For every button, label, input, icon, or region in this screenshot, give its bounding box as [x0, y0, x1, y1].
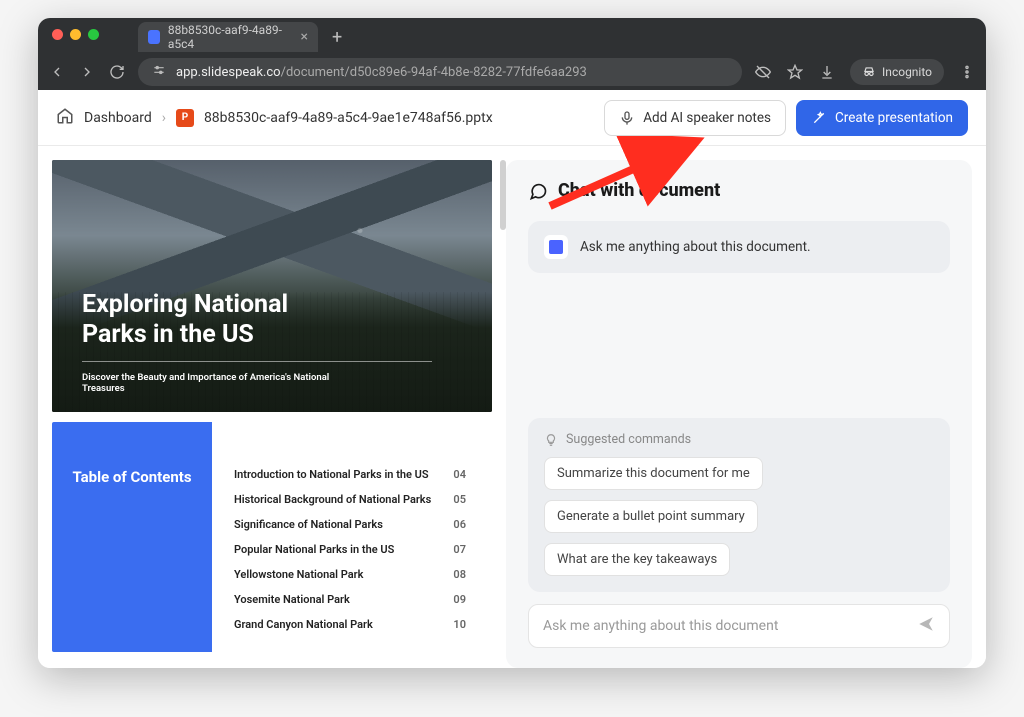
app-header: Dashboard › P 88b8530c-aaf9-4a89-a5c4-9a… — [38, 90, 986, 146]
toc-row: Yosemite National Park09 — [234, 587, 466, 612]
download-icon[interactable] — [818, 63, 836, 81]
suggested-heading-text: Suggested commands — [566, 432, 691, 447]
assistant-avatar — [544, 235, 568, 259]
mic-icon — [619, 110, 635, 126]
window-controls — [52, 29, 99, 40]
slides-panel[interactable]: Exploring National Parks in the US Disco… — [52, 160, 492, 668]
toc-row: Historical Background of National Parks0… — [234, 487, 466, 512]
forward-button[interactable] — [78, 63, 96, 81]
suggested-commands: Suggested commands Summarize this docume… — [528, 418, 950, 592]
create-presentation-label: Create presentation — [835, 110, 953, 126]
toc-heading: Table of Contents — [72, 468, 191, 486]
chat-heading-text: Chat with document — [558, 180, 720, 201]
browser-toolbar: app.slidespeak.co/document/d50c89e6-94af… — [38, 54, 986, 90]
eye-off-icon[interactable] — [754, 63, 772, 81]
back-button[interactable] — [48, 63, 66, 81]
toc-row: Grand Canyon National Park10 — [234, 612, 466, 637]
magic-icon — [811, 110, 827, 126]
breadcrumb-chevron-icon: › — [162, 110, 166, 126]
chat-icon — [528, 181, 548, 201]
suggested-heading: Suggested commands — [544, 432, 934, 447]
window-close-button[interactable] — [52, 29, 63, 40]
scrollbar-thumb[interactable] — [500, 160, 506, 230]
incognito-chip[interactable]: Incognito — [850, 59, 944, 85]
chat-panel: Chat with document Ask me anything about… — [506, 160, 972, 668]
send-icon[interactable] — [917, 615, 935, 637]
toc-row: Yellowstone National Park08 — [234, 562, 466, 587]
home-icon[interactable] — [56, 107, 74, 129]
powerpoint-icon: P — [176, 109, 194, 127]
incognito-label: Incognito — [882, 65, 932, 79]
new-tab-button[interactable]: + — [326, 27, 348, 48]
toc-list: Introduction to National Parks in the US… — [212, 422, 492, 652]
create-presentation-button[interactable]: Create presentation — [796, 100, 968, 136]
file-name: 88b8530c-aaf9-4a89-a5c4-9ae1e748af56.ppt… — [204, 110, 493, 126]
tab-favicon — [148, 30, 160, 44]
browser-chrome: 88b8530c-aaf9-4a89-a5c4 × + app.slidespe… — [38, 18, 986, 90]
chat-input[interactable]: Ask me anything about this document — [528, 604, 950, 648]
suggestion-chip[interactable]: Generate a bullet point summary — [544, 500, 758, 533]
chat-input-placeholder: Ask me anything about this document — [543, 618, 907, 634]
app-page: Dashboard › P 88b8530c-aaf9-4a89-a5c4-9a… — [38, 90, 986, 668]
add-speaker-notes-button[interactable]: Add AI speaker notes — [604, 100, 786, 136]
toc-row: Popular National Parks in the US07 — [234, 537, 466, 562]
bookmark-star-icon[interactable] — [786, 63, 804, 81]
tab-strip: 88b8530c-aaf9-4a89-a5c4 × + — [138, 22, 348, 52]
url-text: app.slidespeak.co/document/d50c89e6-94af… — [176, 65, 587, 80]
reload-button[interactable] — [108, 63, 126, 81]
suggestion-chips: Summarize this document for me Generate … — [544, 457, 934, 576]
toc-row: Introduction to National Parks in the US… — [234, 462, 466, 487]
toc-heading-panel: Table of Contents — [52, 422, 212, 652]
slide-thumbnail-2[interactable]: Table of Contents Introduction to Nation… — [52, 422, 492, 652]
toc-row: Significance of National Parks06 — [234, 512, 466, 537]
kebab-menu-icon[interactable] — [958, 63, 976, 81]
slide1-text: Exploring National Parks in the US Disco… — [82, 290, 432, 394]
browser-tab[interactable]: 88b8530c-aaf9-4a89-a5c4 × — [138, 22, 318, 52]
browser-window: 88b8530c-aaf9-4a89-a5c4 × + app.slidespe… — [38, 18, 986, 668]
toolbar-right: Incognito — [754, 59, 976, 85]
suggestion-chip[interactable]: Summarize this document for me — [544, 457, 763, 490]
assistant-text: Ask me anything about this document. — [580, 239, 811, 255]
content-area: Exploring National Parks in the US Disco… — [38, 146, 986, 668]
window-maximize-button[interactable] — [88, 29, 99, 40]
site-settings-icon[interactable] — [152, 63, 166, 81]
slide1-title: Exploring National Parks in the US — [82, 290, 432, 349]
slide1-subtitle: Discover the Beauty and Importance of Am… — [82, 372, 362, 394]
dashboard-link[interactable]: Dashboard — [84, 110, 152, 126]
slide-thumbnail-1[interactable]: Exploring National Parks in the US Disco… — [52, 160, 492, 412]
window-minimize-button[interactable] — [70, 29, 81, 40]
chat-heading: Chat with document — [528, 180, 950, 201]
tab-title: 88b8530c-aaf9-4a89-a5c4 — [168, 23, 287, 51]
assistant-message: Ask me anything about this document. — [528, 221, 950, 273]
lightbulb-icon — [544, 433, 558, 447]
address-bar[interactable]: app.slidespeak.co/document/d50c89e6-94af… — [138, 58, 742, 86]
suggestion-chip[interactable]: What are the key takeaways — [544, 543, 730, 576]
tab-close-icon[interactable]: × — [301, 29, 308, 45]
add-speaker-notes-label: Add AI speaker notes — [643, 110, 771, 126]
